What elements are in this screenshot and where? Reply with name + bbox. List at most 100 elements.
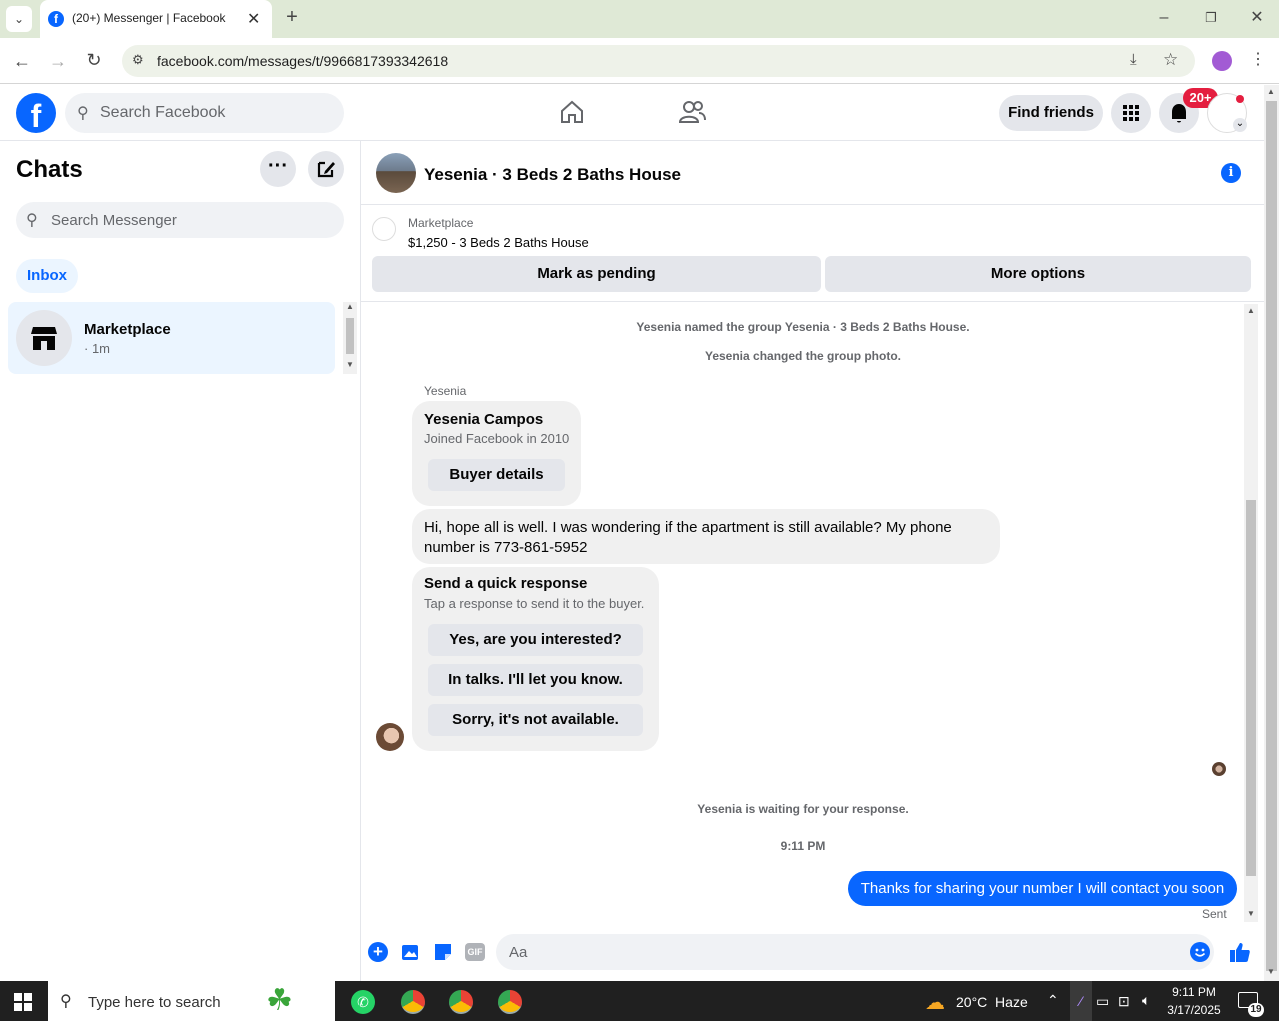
incoming-message-text: Hi, hope all is well. I was wondering if… bbox=[424, 519, 952, 556]
facebook-header: f ⚲ Search Facebook Find friends 20+ ⌄ bbox=[0, 85, 1264, 141]
home-icon[interactable] bbox=[559, 99, 585, 125]
chat-list-time: · 1m bbox=[84, 341, 110, 356]
quick-response-subtitle: Tap a response to send it to the buyer. bbox=[424, 596, 645, 611]
facebook-search-input[interactable]: ⚲ Search Facebook bbox=[65, 93, 344, 133]
group-photo-avatar[interactable] bbox=[376, 153, 416, 193]
composer: + GIF Aa bbox=[361, 931, 1264, 981]
browser-tab-strip: ⌄ f (20+) Messenger | Facebook ✕ + – ❐ ✕ bbox=[0, 0, 1279, 38]
quick-response-option[interactable]: In talks. I'll let you know. bbox=[428, 664, 643, 696]
facebook-logo-icon[interactable]: f bbox=[16, 93, 56, 133]
restore-icon[interactable]: ❐ bbox=[1203, 10, 1219, 26]
conversation-header: Yesenia · 3 Beds 2 Baths House i bbox=[361, 141, 1264, 205]
weather-icon[interactable]: ☁ bbox=[925, 990, 945, 1015]
message-scrollbar[interactable]: ▲ ▼ bbox=[1244, 304, 1258, 922]
back-icon[interactable]: ← bbox=[12, 52, 32, 70]
conversation-panel: Yesenia · 3 Beds 2 Baths House i Marketp… bbox=[361, 141, 1264, 981]
page-scrollbar[interactable]: ▲ ▼ bbox=[1264, 85, 1279, 981]
chevron-up-icon[interactable]: ⌃ bbox=[1047, 992, 1059, 1009]
buyer-details-button[interactable]: Buyer details bbox=[428, 459, 565, 491]
url-field[interactable]: ⚙ facebook.com/messages/t/99668173933426… bbox=[122, 45, 1195, 77]
search-icon: ⚲ bbox=[26, 212, 38, 229]
chats-sidebar: Chats ··· ⚲ Search Messenger Inbox Marke… bbox=[0, 141, 361, 981]
new-tab-icon[interactable]: + bbox=[283, 7, 301, 27]
start-windows-icon[interactable] bbox=[14, 993, 32, 1011]
tab-inbox[interactable]: Inbox bbox=[16, 259, 78, 293]
windows-taskbar: ⚲ Type here to search ☘ ✆ ☁ 20°C Haze ⌃ … bbox=[0, 981, 1279, 1021]
chat-list-scrollbar[interactable]: ▲ ▼ bbox=[343, 302, 357, 374]
friends-icon[interactable] bbox=[678, 99, 706, 125]
incoming-message-bubble[interactable]: Hi, hope all is well. I was wondering if… bbox=[412, 509, 1000, 564]
account-chevron-icon[interactable]: ⌄ bbox=[1233, 118, 1247, 132]
facebook-search-placeholder: Search Facebook bbox=[100, 104, 226, 121]
info-icon[interactable]: i bbox=[1221, 163, 1241, 183]
browser-menu-icon[interactable]: ⋮ bbox=[1250, 52, 1266, 68]
outgoing-message-bubble[interactable]: Thanks for sharing your number I will co… bbox=[848, 871, 1237, 906]
message-input[interactable]: Aa bbox=[496, 934, 1214, 970]
bookmark-star-icon[interactable]: ☆ bbox=[1163, 50, 1178, 70]
whatsapp-icon[interactable]: ✆ bbox=[351, 990, 375, 1014]
waiting-status: Yesenia is waiting for your response. bbox=[697, 802, 909, 816]
message-timestamp: 9:11 PM bbox=[780, 839, 826, 853]
system-message-photo: Yesenia changed the group photo. bbox=[704, 349, 902, 363]
profile-card-joined: Joined Facebook in 2010 bbox=[424, 431, 570, 446]
facebook-favicon-icon: f bbox=[48, 11, 64, 27]
conversation-title[interactable]: Yesenia · 3 Beds 2 Baths House bbox=[424, 165, 681, 185]
menu-grid-icon[interactable] bbox=[1111, 93, 1151, 133]
network-icon[interactable]: ⊡ bbox=[1118, 993, 1130, 1010]
chat-list-item[interactable]: Marketplace · 1m bbox=[8, 302, 335, 374]
more-options-icon[interactable]: ··· bbox=[260, 151, 296, 187]
mark-pending-button[interactable]: Mark as pending bbox=[372, 256, 821, 292]
window-close-icon[interactable]: ✕ bbox=[1249, 10, 1265, 26]
taskbar-search-input[interactable]: ⚲ Type here to search ☘ bbox=[48, 981, 335, 1021]
meet-icon[interactable]: ▭ bbox=[1096, 993, 1109, 1010]
chrome-profile-icon[interactable] bbox=[498, 990, 522, 1014]
search-icon: ⚲ bbox=[77, 105, 89, 122]
sticker-icon[interactable] bbox=[433, 942, 453, 962]
chrome-profile-icon[interactable] bbox=[449, 990, 473, 1014]
find-friends-button[interactable]: Find friends bbox=[999, 95, 1103, 131]
sender-avatar[interactable] bbox=[376, 723, 404, 751]
listing-thumbnail[interactable] bbox=[372, 217, 396, 241]
listing-summary[interactable]: $1,250 - 3 Beds 2 Baths House bbox=[408, 235, 589, 250]
quick-response-title: Send a quick response bbox=[424, 575, 588, 592]
listing-banner: Marketplace $1,250 - 3 Beds 2 Baths Hous… bbox=[361, 206, 1264, 302]
tab-list-icon[interactable]: ⌄ bbox=[6, 6, 32, 32]
system-message-rename: Yesenia named the group Yesenia · 3 Beds… bbox=[636, 320, 970, 334]
messenger-search-input[interactable]: ⚲ Search Messenger bbox=[16, 202, 344, 238]
thumbs-up-icon[interactable] bbox=[1229, 941, 1251, 963]
volume-icon[interactable]: 🔈︎ bbox=[1142, 992, 1150, 1009]
tab-title: (20+) Messenger | Facebook bbox=[72, 11, 226, 25]
active-tab[interactable]: f (20+) Messenger | Facebook ✕ bbox=[40, 0, 272, 38]
weather-text[interactable]: 20°C Haze bbox=[956, 994, 1028, 1010]
seen-by-avatar bbox=[1212, 762, 1226, 776]
profile-card-name: Yesenia Campos bbox=[424, 411, 544, 428]
clock-date[interactable]: 3/17/2025 bbox=[1165, 1003, 1223, 1017]
listing-source: Marketplace bbox=[408, 216, 474, 230]
pen-icon[interactable]: ⁄ bbox=[1070, 981, 1092, 1021]
tab-close-icon[interactable]: ✕ bbox=[247, 9, 260, 29]
photo-icon[interactable] bbox=[401, 942, 421, 962]
clock-time[interactable]: 9:11 PM bbox=[1165, 985, 1223, 999]
compose-icon[interactable] bbox=[308, 151, 344, 187]
messenger-search-placeholder: Search Messenger bbox=[51, 212, 177, 229]
url-text: facebook.com/messages/t/9966817393342618 bbox=[157, 53, 449, 69]
gif-icon[interactable]: GIF bbox=[465, 943, 485, 961]
plus-icon[interactable]: + bbox=[368, 942, 388, 962]
profile-avatar-icon[interactable] bbox=[1212, 51, 1232, 71]
more-options-button[interactable]: More options bbox=[825, 256, 1251, 292]
sender-name: Yesenia bbox=[424, 384, 467, 398]
site-info-icon[interactable]: ⚙ bbox=[132, 52, 144, 68]
install-app-icon[interactable]: ⤓ bbox=[1130, 51, 1137, 68]
minimize-icon[interactable]: – bbox=[1156, 10, 1172, 26]
reload-icon[interactable]: ↻ bbox=[84, 51, 104, 69]
forward-icon[interactable]: → bbox=[48, 52, 68, 70]
quick-response-bubble: Send a quick response Tap a response to … bbox=[412, 567, 659, 751]
emoji-icon[interactable] bbox=[1190, 942, 1210, 962]
account-status-dot bbox=[1236, 95, 1244, 103]
chrome-icon[interactable] bbox=[401, 990, 425, 1014]
clover-search-highlight-icon: ☘ bbox=[266, 984, 293, 1017]
quick-response-option[interactable]: Sorry, it's not available. bbox=[428, 704, 643, 736]
profile-card-bubble: Yesenia Campos Joined Facebook in 2010 B… bbox=[412, 401, 581, 506]
quick-response-option[interactable]: Yes, are you interested? bbox=[428, 624, 643, 656]
taskbar-search-placeholder: Type here to search bbox=[88, 994, 221, 1011]
